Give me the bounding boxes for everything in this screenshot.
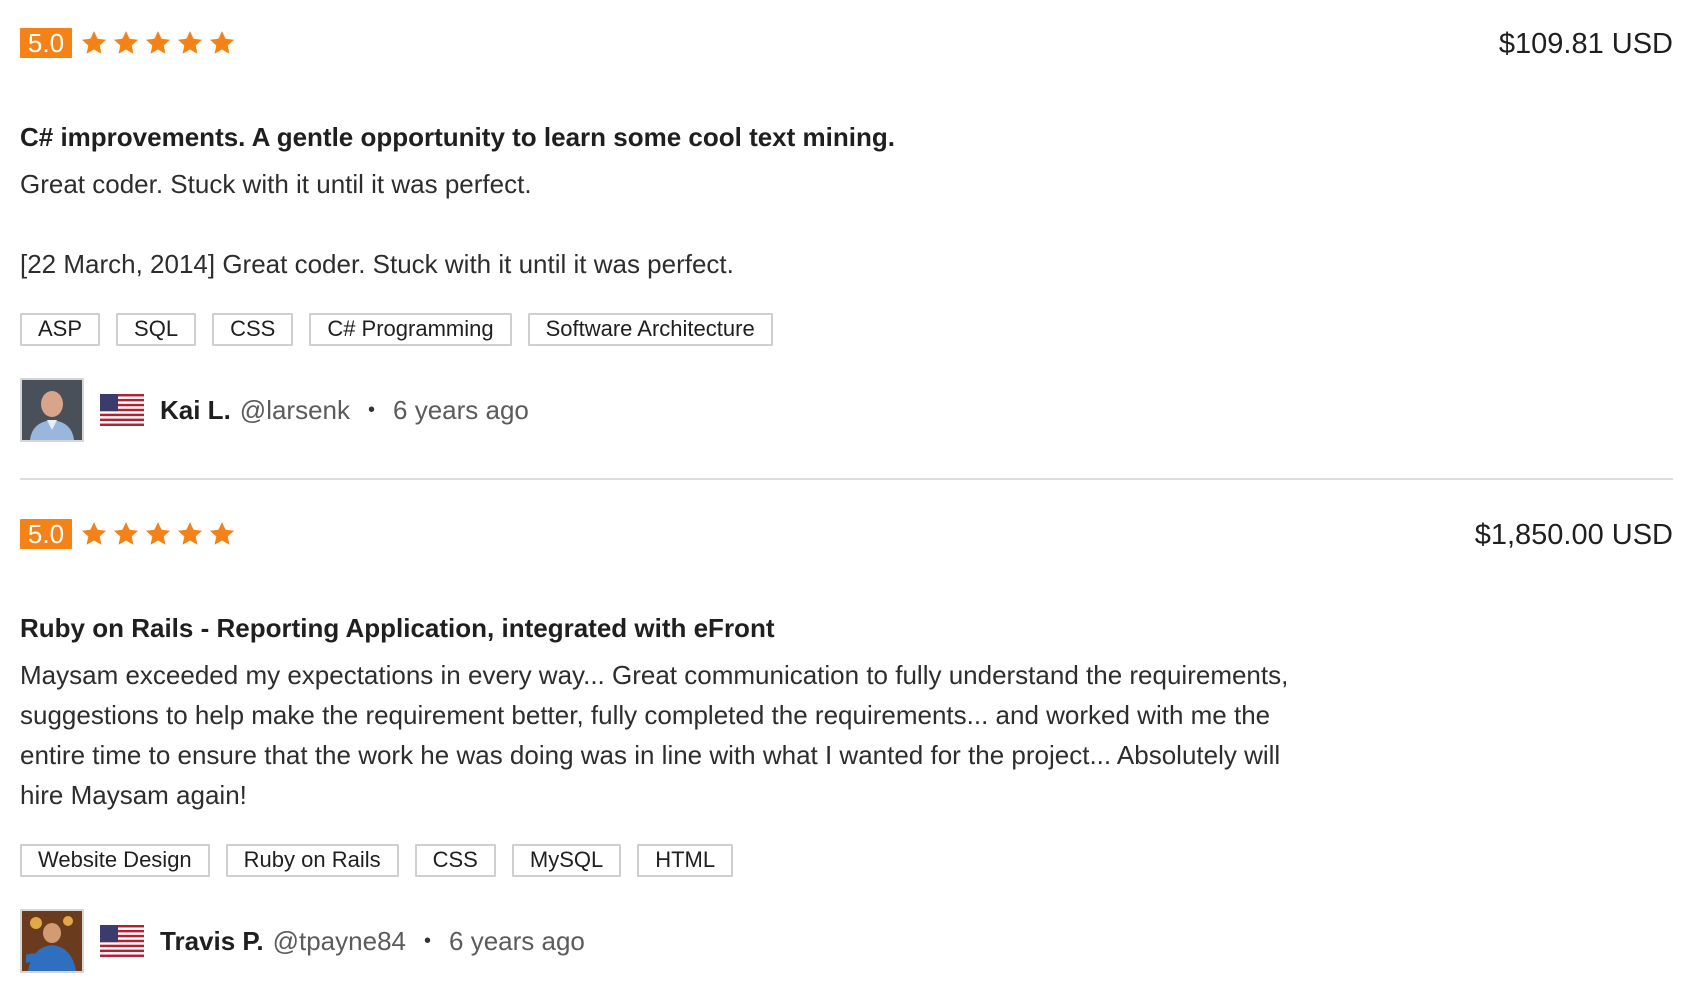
skill-tags: ASP SQL CSS C# Programming Software Arch… (20, 313, 1673, 346)
star-icon (176, 520, 204, 548)
skill-tag[interactable]: CSS (414, 844, 496, 877)
project-title: C# improvements. A gentle opportunity to… (20, 122, 895, 152)
skill-tag[interactable]: HTML (637, 844, 734, 877)
star-icon (208, 520, 236, 548)
skill-tag[interactable]: C# Programming (309, 313, 512, 346)
avatar[interactable] (20, 378, 84, 442)
reviewer-info: Kai L. @larsenk • 6 years ago (20, 378, 1673, 442)
review-card: 5.0 $1,850.00 USD Ruby on Rails - Report… (20, 519, 1673, 973)
review-divider (20, 478, 1673, 480)
review-card: 5.0 $109.81 USD C# improvements. A gentl… (20, 28, 1673, 442)
reviewer-handle[interactable]: @larsenk (240, 395, 350, 426)
project-price: $109.81 USD (1498, 28, 1673, 60)
star-icon (112, 29, 140, 57)
review-text: Maysam exceeded my expectations in every… (20, 655, 1330, 815)
review-paragraph: Great coder. Stuck with it until it was … (20, 169, 532, 199)
skill-tag[interactable]: Software Architecture (527, 313, 773, 346)
review-paragraph: Maysam exceeded my expectations in every… (20, 660, 1289, 810)
star-rating (80, 520, 236, 548)
skill-tag[interactable]: SQL (116, 313, 197, 346)
project-title: Ruby on Rails - Reporting Application, i… (20, 613, 775, 643)
us-flag-icon (100, 394, 144, 426)
skill-tag[interactable]: Ruby on Rails (225, 844, 399, 877)
star-rating (80, 29, 236, 57)
reviewer-info: Travis P. @tpayne84 • 6 years ago (20, 909, 1673, 973)
skill-tag[interactable]: ASP (20, 313, 101, 346)
rating-badge: 5.0 (20, 28, 72, 58)
star-icon (176, 29, 204, 57)
reviewer-name[interactable]: Travis P. (160, 926, 264, 957)
rating-row: 5.0 $109.81 USD (20, 28, 1673, 60)
star-icon (112, 520, 140, 548)
skill-tag[interactable]: CSS (212, 313, 294, 346)
skill-tag[interactable]: Website Design (20, 844, 210, 877)
avatar[interactable] (20, 909, 84, 973)
rating-badge: 5.0 (20, 519, 72, 549)
star-icon (80, 520, 108, 548)
reviewer-handle[interactable]: @tpayne84 (273, 926, 406, 957)
star-icon (208, 29, 236, 57)
us-flag-icon (100, 925, 144, 957)
review-time: 6 years ago (449, 925, 585, 956)
star-icon (80, 29, 108, 57)
separator-dot: • (424, 929, 432, 952)
reviewer-name[interactable]: Kai L. (160, 395, 231, 426)
separator-dot: • (368, 398, 376, 421)
star-icon (144, 520, 172, 548)
review-time: 6 years ago (393, 394, 529, 425)
skill-tag[interactable]: MySQL (511, 844, 622, 877)
project-price: $1,850.00 USD (1474, 519, 1673, 551)
review-paragraph: [22 March, 2014] Great coder. Stuck with… (20, 249, 734, 279)
review-text: Great coder. Stuck with it until it was … (20, 164, 1673, 284)
rating-row: 5.0 $1,850.00 USD (20, 519, 1673, 551)
star-icon (144, 29, 172, 57)
skill-tags: Website Design Ruby on Rails CSS MySQL H… (20, 844, 1673, 877)
